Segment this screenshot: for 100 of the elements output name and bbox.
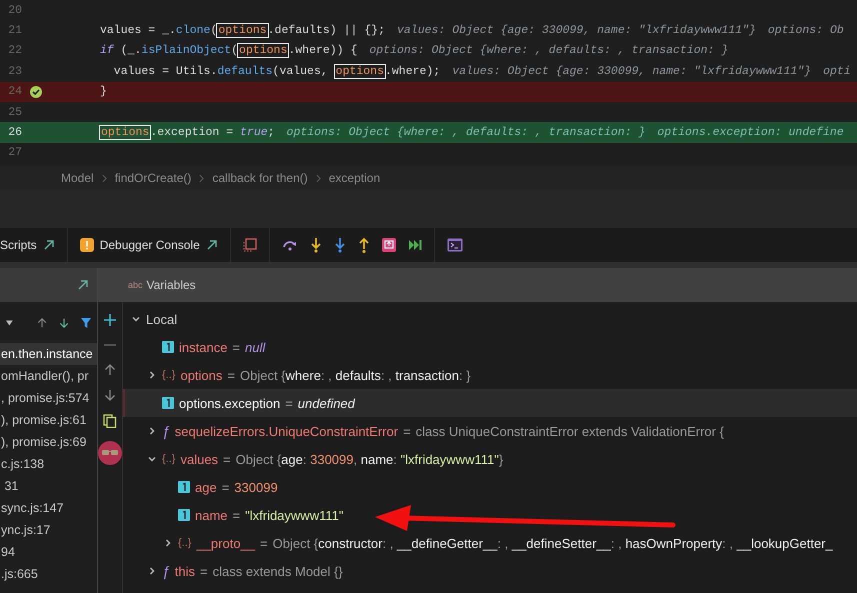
step-into-icon[interactable]: [334, 237, 346, 253]
function-icon: ƒ: [162, 563, 170, 579]
chevron-icon: [316, 174, 321, 182]
panel-tab[interactable]: Debugger Console: [100, 238, 200, 252]
breadcrumb-item[interactable]: callback for then(): [212, 171, 308, 185]
chevron-icon: [199, 174, 204, 182]
dropdown-caret-icon[interactable]: [6, 320, 13, 326]
variable-row[interactable]: age = 330099: [123, 473, 857, 501]
warning-icon: [80, 238, 94, 252]
arrow-icon[interactable]: [206, 239, 218, 251]
code-text: }: [100, 85, 107, 98]
plus-icon[interactable]: [104, 314, 116, 326]
filter-icon[interactable]: [80, 316, 92, 328]
code-reference: options: [217, 24, 268, 38]
code-text: .where)) {: [288, 44, 358, 58]
check-icon[interactable]: [30, 86, 42, 98]
call-stack-frame[interactable]: ), promise.js:69: [0, 431, 97, 453]
chevron-icon[interactable]: [147, 566, 157, 576]
variable-row[interactable]: options.exception = undefined: [123, 389, 857, 417]
variable-value: Object {constructor: , __defineGetter__: , __defineSetter__: , hasOwnProperty: , __lookupGetter_: [272, 536, 833, 550]
variable-value: undefined: [298, 396, 355, 410]
call-stack-frame[interactable]: en.then.instance: [0, 343, 97, 365]
line-number: 20: [7, 4, 22, 17]
primitive-icon: [162, 341, 174, 353]
call-stack-frame[interactable]: ync.js:17: [0, 519, 97, 541]
variable-row[interactable]: name = "lxfridaywww111": [123, 501, 857, 529]
arrow-down-icon[interactable]: [58, 316, 69, 328]
primitive-icon: [178, 509, 190, 521]
call-stack-frame[interactable]: c.js:138: [0, 453, 97, 475]
line-number: 27: [7, 146, 22, 160]
chevron-icon[interactable]: [131, 314, 141, 324]
chevron-icon[interactable]: [163, 538, 173, 548]
console-icon[interactable]: [446, 238, 463, 252]
panel-tab[interactable]: Scripts: [0, 238, 37, 252]
code-text: .defaults) || {};: [268, 24, 385, 38]
inline-value-hint: values: Object {age: 330099, name: "lxfridaywww111"}: [452, 64, 812, 78]
variable-row[interactable]: instance = null: [123, 333, 857, 361]
call-stack-frame[interactable]: 94: [0, 541, 97, 563]
arrow-up-icon[interactable]: [104, 364, 116, 376]
call-stack-frame[interactable]: , promise.js:574: [0, 387, 97, 409]
line-number: 26: [7, 126, 22, 139]
step-over-icon[interactable]: [282, 238, 298, 252]
arrow-up-icon[interactable]: [36, 316, 47, 328]
function-icon: ƒ: [162, 423, 170, 439]
copy-icon[interactable]: [103, 414, 117, 428]
inline-value-hint: options: Ob: [768, 24, 844, 38]
variable-name: instance: [179, 340, 228, 354]
layout-icon[interactable]: [242, 238, 257, 252]
chevron-icon[interactable]: [147, 426, 157, 436]
equals-sign: =: [227, 368, 235, 382]
call-stack-frame[interactable]: .js:665: [0, 563, 97, 585]
inline-value-hint: options.exception: undefine: [657, 126, 844, 139]
primitive-icon: [162, 397, 174, 409]
type-label: abc: [128, 280, 143, 290]
breadcrumb-item[interactable]: findOrCreate(): [114, 171, 192, 185]
arrow-icon[interactable]: [42, 239, 55, 251]
variable-value: 330099: [234, 480, 278, 494]
variable-row[interactable]: {..} values = Object {age: 330099, name: "lxfridaywww111"}: [123, 445, 857, 473]
code-function: defaults: [217, 64, 273, 78]
chevron-icon[interactable]: [147, 454, 157, 464]
variable-name: this: [174, 564, 196, 578]
arrow-icon[interactable]: [77, 279, 89, 291]
variable-name: name: [195, 508, 228, 522]
stop-icon[interactable]: [382, 238, 396, 252]
code-function: clone: [176, 24, 210, 38]
code-keyword: true: [240, 126, 268, 139]
variable-value: Object {where: , defaults: , transaction: }: [240, 368, 471, 382]
variable-value: Object {age: 330099, name: "lxfridaywww111"}: [236, 452, 504, 466]
variable-row[interactable]: {..} __proto__ = Object {constructor: , __defineGetter__: , __defineSetter__: , hasOwnProperty: , __lookupGetter_: [123, 529, 857, 557]
resume-icon[interactable]: [408, 239, 422, 251]
breadcrumb-item[interactable]: Model: [61, 171, 94, 185]
inline-value-hint: values: Object {age: 330099, name: "lxfridaywww111"}: [396, 24, 756, 38]
variable-row[interactable]: {..} options = Object {where: , defaults: , transaction: }: [123, 361, 857, 389]
variable-value: class extends Model {}: [212, 564, 343, 578]
equals-sign: =: [222, 480, 230, 494]
arrow-down-icon[interactable]: [104, 389, 116, 401]
code-text: .exception =: [150, 126, 234, 139]
code-text: ;: [268, 126, 275, 139]
object-icon: {..}: [178, 537, 192, 549]
step-into-icon[interactable]: [310, 237, 322, 253]
code-keyword: if: [100, 44, 114, 58]
breadcrumb-item[interactable]: exception: [328, 171, 380, 185]
call-stack-frame[interactable]: ), promise.js:61: [0, 409, 97, 431]
chevron-icon[interactable]: [147, 370, 157, 380]
line-number: 23: [7, 64, 22, 78]
object-icon: {..}: [162, 453, 176, 465]
step-out-icon[interactable]: [358, 237, 370, 253]
inline-value-hint: options: Object {where: , defaults: , transaction: }: [369, 44, 728, 58]
variable-row[interactable]: Local: [123, 305, 857, 333]
call-stack-frame[interactable]: 31: [0, 475, 97, 497]
code-reference: options: [238, 44, 288, 58]
line-number: 22: [7, 44, 22, 58]
call-stack-frame[interactable]: omHandler(), pr: [0, 365, 97, 387]
variable-name: values: [180, 452, 218, 466]
call-stack-frame[interactable]: sync.js:147: [0, 497, 97, 519]
variable-name: options.exception: [179, 396, 280, 410]
variable-row[interactable]: ƒ sequelizeErrors.UniqueConstraintError = class UniqueConstraintError extends ValidationError {: [123, 417, 857, 445]
code-text: (_.: [120, 44, 142, 58]
glasses-icon[interactable]: [98, 441, 122, 465]
variable-row[interactable]: ƒ this = class extends Model {}: [123, 557, 857, 585]
